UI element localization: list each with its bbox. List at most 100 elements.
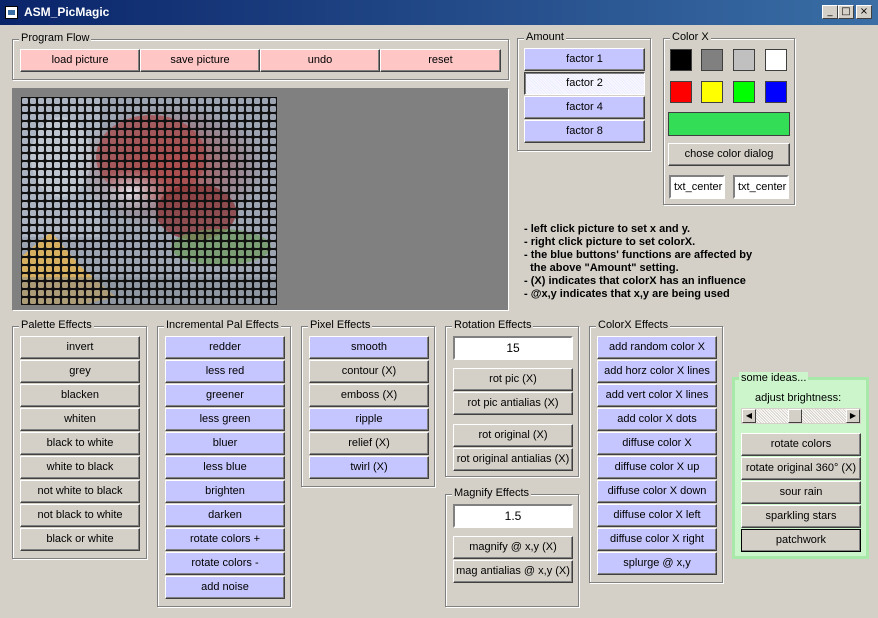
some-ideas-group: some ideas... adjust brightness: ◀ ▶ rot… [732,372,869,559]
emboss-button[interactable]: emboss (X) [309,384,429,407]
diffuse-colorx-button[interactable]: diffuse color X [597,432,717,455]
undo-button[interactable]: undo [260,49,380,72]
rotate-original-360-button[interactable]: rotate original 360° (X) [741,457,861,480]
invert-button[interactable]: invert [20,336,140,359]
not-white-to-black-button[interactable]: not white to black [20,480,140,503]
smooth-button[interactable]: smooth [309,336,429,359]
swatch-yellow[interactable] [701,81,723,103]
instruction-line: - left click picture to set x and y. [524,223,691,235]
instructions: - left click picture to set x and y. - r… [524,223,752,301]
brightness-scrollbar[interactable]: ◀ ▶ [741,408,861,424]
add-noise-button[interactable]: add noise [165,576,285,599]
amount-legend: Amount [524,31,566,43]
rotation-effects-group: Rotation Effects 15 rot pic (X) rot pic … [445,319,579,477]
brightness-label: adjust brightness: [755,392,842,404]
contour-button[interactable]: contour (X) [309,360,429,383]
patchwork-button[interactable]: patchwork [741,529,861,552]
factor-4-button[interactable]: factor 4 [524,96,645,119]
less-blue-button[interactable]: less blue [165,456,285,479]
rot-original-button[interactable]: rot original (X) [453,424,573,447]
title-bar: ASM_PicMagic _ □ × [0,0,878,25]
instruction-line: - @x,y indicates that x,y are being used [524,288,730,300]
twirl-button[interactable]: twirl (X) [309,456,429,479]
rot-original-antialias-button[interactable]: rot original antialias (X) [453,448,573,471]
rotate-colors-minus-button[interactable]: rotate colors - [165,552,285,575]
maximize-button[interactable]: □ [838,5,854,19]
bluer-button[interactable]: bluer [165,432,285,455]
reset-button[interactable]: reset [380,49,501,72]
sour-rain-button[interactable]: sour rain [741,481,861,504]
current-colorx-display [668,112,790,136]
black-to-white-button[interactable]: black to white [20,432,140,455]
mosaic-picture[interactable] [21,97,277,305]
add-horz-colorx-lines-button[interactable]: add horz color X lines [597,360,717,383]
whiten-button[interactable]: whiten [20,408,140,431]
rot-pic-button[interactable]: rot pic (X) [453,368,573,391]
brightness-thumb[interactable] [788,409,802,423]
diffuse-colorx-down-button[interactable]: diffuse color X down [597,480,717,503]
white-to-black-button[interactable]: white to black [20,456,140,479]
relief-button[interactable]: relief (X) [309,432,429,455]
incremental-pal-effects-legend: Incremental Pal Effects [164,319,281,331]
add-vert-colorx-lines-button[interactable]: add vert color X lines [597,384,717,407]
add-random-colorx-button[interactable]: add random color X [597,336,717,359]
diffuse-colorx-up-button[interactable]: diffuse color X up [597,456,717,479]
instruction-line: - the blue buttons' functions are affect… [524,249,753,261]
less-green-button[interactable]: less green [165,408,285,431]
brightness-left-arrow-icon[interactable]: ◀ [742,409,756,423]
greener-button[interactable]: greener [165,384,285,407]
load-picture-button[interactable]: load picture [20,49,140,72]
factor-1-button[interactable]: factor 1 [524,48,645,71]
rot-pic-antialias-button[interactable]: rot pic antialias (X) [453,392,573,415]
rotation-effects-legend: Rotation Effects [452,319,534,331]
close-button[interactable]: × [856,5,872,19]
pixel-effects-group: Pixel Effects smooth contour (X) emboss … [301,319,435,487]
brightness-right-arrow-icon[interactable]: ▶ [846,409,860,423]
blacken-button[interactable]: blacken [20,384,140,407]
ripple-button[interactable]: ripple [309,408,429,431]
picture-area[interactable] [12,88,509,311]
colorx-effects-group: ColorX Effects add random color X add ho… [589,319,723,583]
sparkling-stars-button[interactable]: sparkling stars [741,505,861,528]
incremental-pal-effects-group: Incremental Pal Effects redder less red … [157,319,291,607]
rotate-colors-plus-button[interactable]: rotate colors + [165,528,285,551]
swatch-black[interactable] [670,49,692,71]
rotation-angle-input[interactable]: 15 [453,336,573,360]
add-colorx-dots-button[interactable]: add color X dots [597,408,717,431]
factor-2-button[interactable]: factor 2 [524,72,645,95]
brighten-button[interactable]: brighten [165,480,285,503]
less-red-button[interactable]: less red [165,360,285,383]
colorx-text-right[interactable]: txt_center [733,175,789,199]
program-flow-legend: Program Flow [19,32,92,44]
diffuse-colorx-right-button[interactable]: diffuse color X right [597,528,717,551]
factor-8-button[interactable]: factor 8 [524,120,645,143]
magnify-effects-group: Magnify Effects 1.5 magnify @ x,y (X) ma… [445,487,579,607]
mag-antialias-button[interactable]: mag antialias @ x,y (X) [453,560,573,583]
swatch-blue[interactable] [765,81,787,103]
minimize-button[interactable]: _ [822,5,838,19]
not-black-to-white-button[interactable]: not black to white [20,504,140,527]
rotate-colors-idea-button[interactable]: rotate colors [741,433,861,456]
window-title: ASM_PicMagic [24,5,110,19]
colorx-legend: Color X [670,31,711,43]
splurge-button[interactable]: splurge @ x,y [597,552,717,575]
diffuse-colorx-left-button[interactable]: diffuse color X left [597,504,717,527]
black-or-white-button[interactable]: black or white [20,528,140,551]
swatch-white[interactable] [765,49,787,71]
swatch-red[interactable] [670,81,692,103]
colorx-text-left[interactable]: txt_center [669,175,725,199]
pixel-effects-legend: Pixel Effects [308,319,373,331]
grey-button[interactable]: grey [20,360,140,383]
redder-button[interactable]: redder [165,336,285,359]
magnify-factor-input[interactable]: 1.5 [453,504,573,528]
palette-effects-legend: Palette Effects [19,319,94,331]
magnify-button[interactable]: magnify @ x,y (X) [453,536,573,559]
save-picture-button[interactable]: save picture [140,49,260,72]
swatch-grey[interactable] [701,49,723,71]
instruction-line: the above "Amount" setting. [524,262,679,274]
darken-button[interactable]: darken [165,504,285,527]
chose-color-dialog-button[interactable]: chose color dialog [668,143,790,166]
swatch-green[interactable] [733,81,755,103]
app-icon [5,6,18,19]
swatch-silver[interactable] [733,49,755,71]
